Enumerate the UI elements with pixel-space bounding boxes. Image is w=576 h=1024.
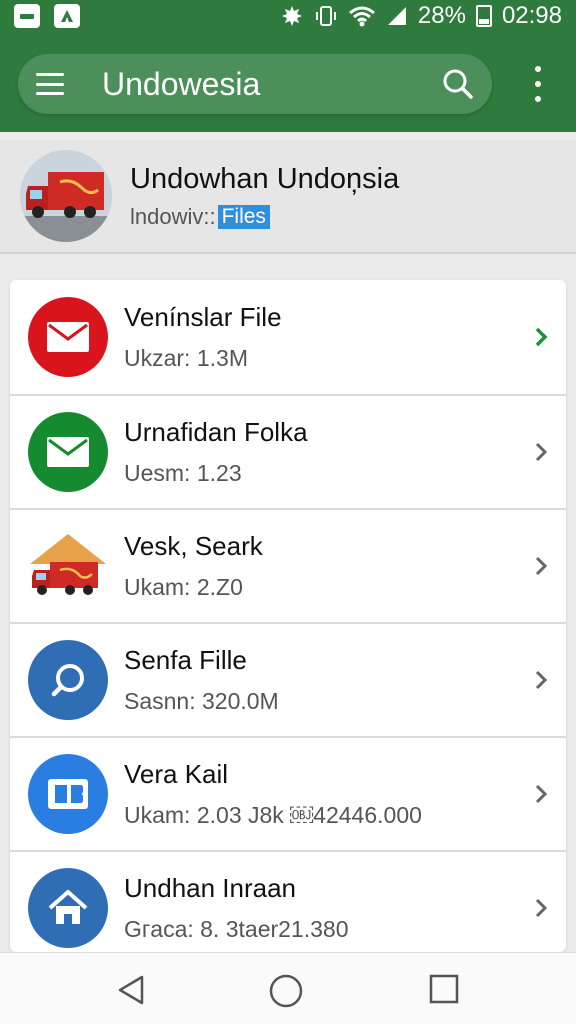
- header-card[interactable]: Undowhan Undon̦sia lndowiv:: Files: [0, 140, 576, 254]
- list-item[interactable]: Vera Kail Ukam: 2.03 Ј8k ￼42446.000: [10, 736, 566, 850]
- chevron-right-icon: [535, 898, 548, 918]
- home-icon: [28, 868, 108, 948]
- app-notification-icon: [14, 4, 40, 28]
- list-item[interactable]: Undhan Inraan Gгaca: 8. 3taer21.380: [10, 850, 566, 952]
- chevron-right-icon: [535, 442, 548, 462]
- file-list: Venínslar File Ukzar: 1.3M Urnafidan Fol…: [10, 280, 566, 952]
- wifi-icon: [348, 6, 375, 27]
- header-title: Undowhan Undon̦sia: [130, 162, 400, 195]
- more-vertical-icon[interactable]: [530, 66, 546, 102]
- mail-icon: [28, 297, 108, 377]
- battery-percent: 28%: [417, 2, 466, 29]
- home-circle-icon[interactable]: [268, 973, 304, 1009]
- header-subtitle-prefix: lndowiv::: [130, 203, 216, 229]
- item-title: Venínslar File: [124, 302, 282, 332]
- files-tag[interactable]: Files: [217, 204, 270, 229]
- delivery-truck-avatar: [20, 150, 112, 242]
- vibrate-icon: [315, 6, 336, 26]
- item-title: Vesk, Seark: [124, 531, 263, 561]
- clock: 02:98: [501, 2, 562, 29]
- drive-icon: [54, 4, 80, 28]
- recents-icon[interactable]: [428, 973, 460, 1005]
- navigation-bar: [0, 952, 576, 1024]
- status-bar: 28% 02:98: [0, 0, 576, 32]
- header-subtitle: lndowiv:: Files: [130, 204, 399, 230]
- item-subtitle: Gгaca: 8. 3taer21.380: [124, 916, 349, 942]
- mail-icon: [28, 412, 108, 492]
- search-icon: [28, 640, 108, 720]
- item-subtitle: Ukzar: 1.3M: [124, 345, 248, 371]
- list-item[interactable]: Senfa Fille Sasnn: 320.0M: [10, 622, 566, 736]
- chevron-right-icon: [535, 556, 548, 576]
- search-icon[interactable]: [442, 68, 474, 100]
- item-subtitle: Ukam: 2.Z0: [124, 574, 243, 600]
- app-bar: Undowesia: [18, 54, 492, 114]
- menu-icon[interactable]: [36, 73, 64, 95]
- item-subtitle: Ukam: 2.03 Ј8k ￼42446.000: [124, 802, 422, 828]
- list-item[interactable]: Urnafidan Folkа Uesm: 1.23: [10, 394, 566, 508]
- item-subtitle: Uesm: 1.23: [124, 460, 242, 486]
- list-item[interactable]: Venínslar File Ukzar: 1.3M: [10, 280, 566, 394]
- item-subtitle: Sasnn: 320.0M: [124, 688, 279, 714]
- chevron-right-icon: [535, 327, 548, 347]
- item-title: Vera Kail: [124, 759, 229, 789]
- settings-gear-icon: [281, 6, 302, 26]
- battery-icon: [475, 5, 492, 27]
- item-title: Undhan Inraan: [124, 873, 297, 903]
- back-icon[interactable]: [114, 973, 148, 1007]
- chevron-right-icon: [535, 670, 548, 690]
- app-title: Undowesia: [102, 65, 261, 102]
- signal-icon: [387, 7, 406, 25]
- book-icon: [28, 754, 108, 834]
- item-title: Senfa Fille: [124, 645, 247, 675]
- item-title: Urnafidan Folkа: [124, 417, 308, 447]
- delivery-truck-icon: [28, 526, 108, 606]
- list-item[interactable]: Vesk, Seark Ukam: 2.Z0: [10, 508, 566, 622]
- chevron-right-icon: [535, 784, 548, 804]
